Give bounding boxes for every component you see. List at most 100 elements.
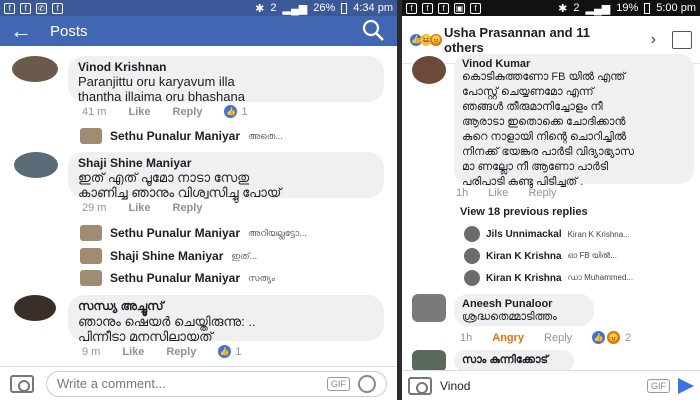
like-button[interactable]: Like bbox=[122, 346, 144, 358]
thumbs-up-icon[interactable] bbox=[672, 30, 692, 49]
facebook-icon: f bbox=[470, 2, 481, 14]
avatar[interactable] bbox=[14, 295, 56, 321]
like-button[interactable]: Like bbox=[488, 187, 508, 199]
avatar[interactable] bbox=[412, 350, 446, 372]
avatar[interactable] bbox=[12, 56, 58, 82]
emoji-icon[interactable] bbox=[358, 374, 376, 393]
comment-input[interactable]: Write a comment... GIF bbox=[46, 370, 387, 397]
like-count: 👍 1 bbox=[218, 345, 241, 358]
facebook-icon: f bbox=[4, 2, 15, 14]
status-bar: f f f ▣ f ✱ 2 ▂▄▆ 19% 5:00 pm bbox=[402, 0, 700, 16]
like-count-value: 1 bbox=[235, 345, 242, 358]
comment-author[interactable]: Vinod Krishnan bbox=[78, 60, 374, 74]
gif-button[interactable]: GIF bbox=[327, 376, 350, 391]
comment-meta: 9 m Like Reply 👍 1 bbox=[82, 345, 241, 358]
comment-text: thantha illaima oru bhashana bbox=[78, 89, 245, 104]
reply-preview[interactable]: Kiran K Krishna ഓ FB യിൽ... bbox=[464, 248, 617, 264]
avatar bbox=[464, 226, 480, 242]
reply-preview[interactable]: Sethu Punalur Maniyar സത്യം bbox=[80, 270, 275, 286]
comment-text-line: ഞങ്ങൾ തീരുമാനിച്ചോളം നീ bbox=[462, 101, 603, 113]
battery-icon bbox=[341, 2, 348, 14]
comment-time: 9 m bbox=[82, 345, 101, 358]
like-count: 👍 1 bbox=[224, 105, 248, 118]
reply-text: സത്യം bbox=[248, 272, 275, 283]
reply-button[interactable]: Reply bbox=[166, 346, 196, 358]
reply-text: ഡാ Muhammed... bbox=[567, 273, 634, 282]
comment-author[interactable]: സാം കുന്നിക്കോട് bbox=[462, 354, 566, 367]
reply-preview[interactable]: Jils Unnimackal Kiran K Krishna... bbox=[464, 226, 630, 242]
battery-percent: 19% bbox=[616, 2, 639, 14]
avatar[interactable] bbox=[412, 294, 446, 322]
reply-preview[interactable]: Kiran K Krishna ഡാ Muhammed... bbox=[464, 270, 633, 286]
app-bar: ← Posts bbox=[0, 16, 397, 46]
comment-text: കാണിച്ച ഞാനും വിശ്വസിച്ചു പോയ് bbox=[78, 185, 282, 200]
clock: 4:34 pm bbox=[353, 2, 393, 14]
comment-author[interactable]: Aneesh Punaloor bbox=[462, 298, 586, 310]
camera-icon[interactable] bbox=[10, 374, 34, 393]
like-button[interactable]: Like bbox=[128, 106, 150, 118]
comment-input-placeholder[interactable]: Write a comment... bbox=[57, 376, 319, 391]
like-button[interactable]: Like bbox=[128, 202, 150, 214]
reply-preview[interactable]: Sethu Punalur Maniyar അറിയല്ലട്ടോ... bbox=[80, 225, 307, 241]
comment-author[interactable]: Vinod Kumar bbox=[462, 58, 686, 70]
comment-text-line: ആരാടാ ഇതൊക്കെ ചോദിക്കാൻ bbox=[462, 116, 626, 128]
reply-button[interactable]: Reply bbox=[544, 332, 572, 344]
comment-time: 1h bbox=[456, 187, 469, 199]
reply-button[interactable]: Reply bbox=[172, 106, 202, 118]
reply-button[interactable]: Reply bbox=[528, 187, 556, 199]
battery-percent: 26% bbox=[313, 2, 336, 14]
view-previous-replies[interactable]: View 18 previous replies bbox=[460, 206, 588, 218]
comment-text: ഞാനും ഷെയർ ചെയ്തിരുന്നു: .. bbox=[78, 314, 256, 329]
reply-author: Sethu Punalur Maniyar bbox=[110, 271, 241, 285]
avatar bbox=[80, 128, 102, 144]
send-icon[interactable] bbox=[678, 377, 694, 394]
comment-time: 1h bbox=[460, 331, 473, 344]
comment-composer: Write a comment... GIF bbox=[0, 366, 397, 400]
angry-reaction-icon: 😠 bbox=[430, 33, 442, 46]
avatar bbox=[464, 270, 480, 286]
avatar[interactable] bbox=[14, 152, 58, 178]
like-reaction-icon: 👍 bbox=[218, 345, 232, 358]
facebook-icon: f bbox=[20, 2, 31, 14]
avatar bbox=[80, 225, 102, 241]
left-phone-screen: f f ✆ f ✱ 2 ▂▄▆ 26% 4:34 pm ← Posts Vino… bbox=[0, 0, 397, 400]
avatar bbox=[80, 270, 102, 286]
split-screenshot: f f ✆ f ✱ 2 ▂▄▆ 26% 4:34 pm ← Posts Vino… bbox=[0, 0, 700, 400]
comment-bubble: Aneesh Punaloor ശ്രദ്ധതെമ്മാടിത്തം bbox=[454, 294, 594, 326]
comment-bubble: Vinod Kumar കൊടികുത്തണോ FB യിൽ എന്ത് പോസ… bbox=[454, 54, 694, 188]
angry-reaction-icon: 😠 bbox=[607, 331, 621, 344]
facebook-icon: f bbox=[438, 2, 449, 14]
comment-input[interactable]: Vinod GIF bbox=[440, 378, 670, 393]
angry-reaction-button[interactable]: Angry bbox=[492, 332, 524, 344]
bluetooth-icon: ✱ bbox=[255, 2, 265, 15]
reply-text: ഇത്... bbox=[231, 250, 258, 261]
comment-bubble: Shaji Shine Maniyar ഇത് എത് പൂമോ നാടാ സേ… bbox=[68, 152, 384, 200]
notification-icons: f f ✆ f bbox=[4, 2, 63, 14]
comment-author[interactable]: സന്ധ്യ അച്ചൂസ് bbox=[78, 299, 374, 314]
avatar[interactable] bbox=[412, 56, 446, 84]
comment-text-line: പോസ്റ്റ് ചെയ്യണമോ എന്ന് bbox=[462, 86, 594, 98]
comment-time: 29 m bbox=[82, 202, 107, 214]
camera-icon[interactable] bbox=[408, 376, 432, 395]
comment-author[interactable]: Shaji Shine Maniyar bbox=[78, 156, 374, 170]
reply-preview[interactable]: Sethu Punalur Maniyar അതെ... bbox=[80, 128, 283, 144]
reply-button[interactable]: Reply bbox=[172, 202, 202, 214]
like-reaction-icon: 👍 bbox=[592, 331, 606, 344]
reply-author: Sethu Punalur Maniyar bbox=[110, 226, 241, 240]
like-reaction-icon: 👍 bbox=[224, 105, 238, 118]
reply-author: Kiran K Krishna bbox=[486, 272, 562, 284]
avatar bbox=[80, 248, 102, 264]
reply-preview[interactable]: Shaji Shine Maniyar ഇത്... bbox=[80, 248, 257, 264]
comment-meta: 1h Angry Reply 👍 😠 2 bbox=[460, 331, 631, 344]
comment-time: 41 m bbox=[82, 105, 107, 118]
comment-text: ശ്രദ്ധതെമ്മാടിത്തം bbox=[462, 311, 557, 323]
comment-input-value[interactable]: Vinod bbox=[440, 379, 639, 393]
gif-button[interactable]: GIF bbox=[647, 378, 670, 393]
back-arrow-icon[interactable]: ← bbox=[10, 18, 50, 44]
chevron-right-icon[interactable]: › bbox=[651, 31, 656, 49]
reply-text: ഓ FB യിൽ... bbox=[567, 251, 617, 260]
search-icon[interactable] bbox=[361, 18, 387, 44]
sim-indicator: 2 bbox=[270, 2, 277, 14]
page-title: Posts bbox=[50, 22, 88, 40]
reactions-summary[interactable]: Usha Prasannan and 11 others bbox=[444, 25, 614, 55]
